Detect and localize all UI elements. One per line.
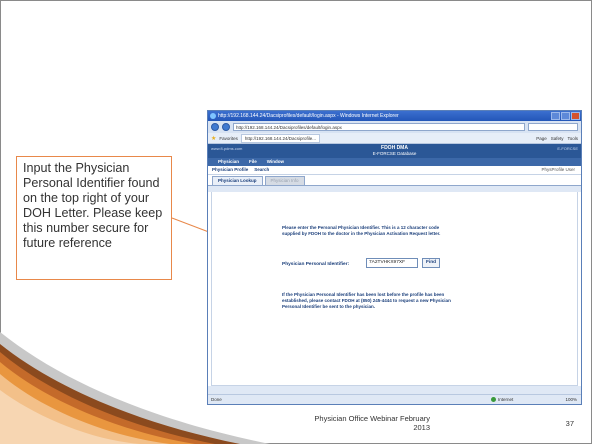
- breadcrumb-physician-profile[interactable]: Physician Profile: [212, 166, 248, 174]
- panel-frame: [211, 192, 578, 386]
- footer-line-1: Physician Office Webinar February: [314, 414, 430, 423]
- status-text: Done: [211, 397, 222, 402]
- browser-tab[interactable]: http://192.168.144.24/Dacsiprofile...: [240, 133, 320, 143]
- favorites-label[interactable]: Favorites: [219, 136, 238, 141]
- forward-button[interactable]: [222, 123, 230, 131]
- status-bar: Done Internet 100%: [208, 394, 581, 404]
- callout-text: Input the Physician Personal Identifier …: [23, 161, 163, 250]
- search-input[interactable]: [528, 123, 578, 131]
- safety-menu[interactable]: Safety: [551, 136, 564, 141]
- header-right-text: E-FORCSE: [557, 146, 578, 151]
- footer-line-2: 2013: [413, 423, 430, 432]
- command-bar: Page Safety Tools: [536, 136, 578, 141]
- identifier-input[interactable]: 7A2TVHKX97XF: [366, 258, 418, 268]
- instruction-text: Please enter the Personal Physician Iden…: [282, 225, 441, 236]
- tab-physician-lookup[interactable]: Physician Lookup: [212, 176, 263, 185]
- slide-footer: Physician Office Webinar February 2013: [300, 414, 430, 432]
- menu-window[interactable]: Window: [267, 158, 284, 166]
- menu-file[interactable]: File: [249, 158, 257, 166]
- menu-physician[interactable]: Physician: [218, 158, 239, 166]
- close-button[interactable]: [571, 112, 580, 120]
- lost-identifier-note: If the Physician Personal Identifier has…: [282, 292, 451, 309]
- tab-strip: Physician Lookup Physician Info: [208, 175, 581, 186]
- app-subtitle: E-FORCSE Database: [372, 151, 417, 156]
- app-menu-bar: Physician File Window: [208, 158, 581, 166]
- profile-bar: Physician Profile Search PhysProfile Use…: [208, 166, 581, 175]
- tools-menu[interactable]: Tools: [567, 136, 578, 141]
- url-input[interactable]: http://192.168.144.24/Dacsiprofiles/defa…: [233, 123, 525, 131]
- identifier-label: Physician Personal Identifier:: [282, 262, 350, 267]
- page-menu[interactable]: Page: [536, 136, 547, 141]
- ie-icon: [210, 113, 216, 119]
- lookup-panel: Please enter the Personal Physician Iden…: [208, 192, 581, 386]
- address-bar: http://192.168.144.24/Dacsiprofiles/defa…: [208, 121, 581, 133]
- maximize-button[interactable]: [561, 112, 570, 120]
- callout-box: Input the Physician Personal Identifier …: [16, 156, 172, 280]
- browser-title-bar: http://192.168.144.24/Dacsiprofiles/defa…: [208, 111, 581, 121]
- back-button[interactable]: [211, 123, 219, 131]
- favorites-bar: ★ Favorites http://192.168.144.24/Dacsip…: [208, 133, 581, 144]
- window-controls: [551, 112, 580, 120]
- app-header: www.fl-pdms.com FDOH DMA E-FORCSE Databa…: [208, 144, 581, 158]
- minimize-button[interactable]: [551, 112, 560, 120]
- favorites-star-icon[interactable]: ★: [211, 135, 216, 142]
- tab-physician-info[interactable]: Physician Info: [264, 176, 305, 185]
- zone-label: Internet: [498, 397, 514, 402]
- page-number: 37: [565, 419, 574, 428]
- user-label: PhysProfile User: [541, 167, 575, 172]
- zoom-level[interactable]: 100%: [565, 395, 577, 404]
- browser-window: http://192.168.144.24/Dacsiprofiles/defa…: [207, 110, 582, 405]
- globe-icon: [491, 397, 496, 403]
- zone-indicator: Internet: [491, 395, 513, 404]
- breadcrumb-search[interactable]: Search: [254, 166, 269, 174]
- find-button[interactable]: Find: [422, 258, 440, 268]
- browser-title: http://192.168.144.24/Dacsiprofiles/defa…: [218, 113, 399, 119]
